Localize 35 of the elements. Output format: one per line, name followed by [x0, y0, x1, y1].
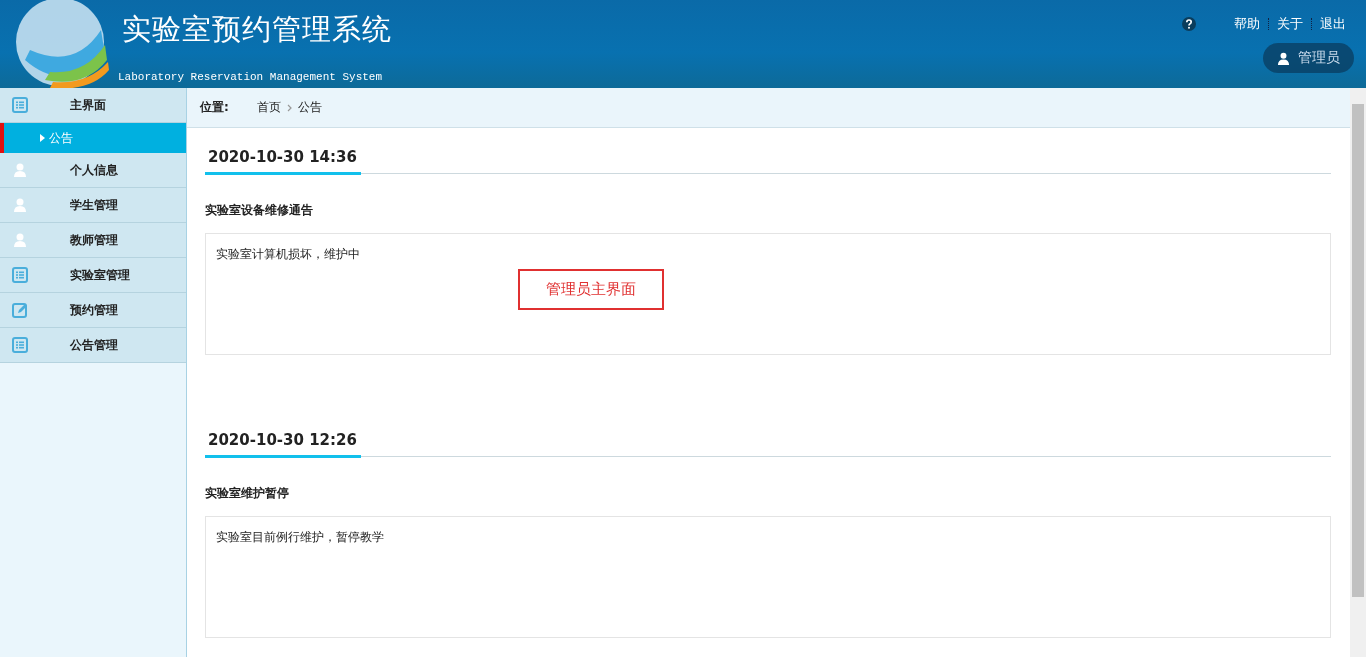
- sidebar-item[interactable]: 预约管理: [0, 293, 186, 328]
- list-icon: [12, 97, 28, 113]
- list-icon: [12, 337, 28, 353]
- breadcrumb-link[interactable]: 首页: [256, 99, 281, 116]
- header-link[interactable]: 退出: [1312, 15, 1354, 33]
- header-link[interactable]: 帮助: [1226, 15, 1268, 33]
- list-icon: [12, 267, 28, 283]
- user-icon: [12, 197, 28, 213]
- chevron-icon: [286, 103, 292, 112]
- notice-body: 实验室目前例行维护，暂停教学: [205, 516, 1331, 638]
- edit-icon: [12, 302, 28, 318]
- sidebar-item[interactable]: 实验室管理: [0, 258, 186, 293]
- user-icon: [1277, 51, 1290, 65]
- scrollbar-thumb[interactable]: [1352, 104, 1364, 597]
- app-subtitle: Laboratory Reservation Management System: [118, 71, 384, 83]
- caret-icon: [40, 134, 45, 142]
- user-badge[interactable]: 管理员: [1263, 43, 1354, 73]
- user-icon: [12, 162, 28, 178]
- notice-title: 实验室维护暂停: [205, 485, 290, 502]
- header-link[interactable]: 关于: [1269, 15, 1311, 33]
- notice-date: 2020-10-30 12:26: [205, 423, 361, 458]
- notice-date: 2020-10-30 14:36: [205, 140, 361, 175]
- annotation-label: 管理员主界面: [518, 269, 664, 310]
- scrollbar[interactable]: [1350, 88, 1366, 657]
- breadcrumb-link[interactable]: 公告: [297, 99, 322, 116]
- sidebar-item[interactable]: 主界面: [0, 88, 186, 123]
- user-icon: [12, 232, 28, 248]
- sidebar-item[interactable]: 公告管理: [0, 328, 186, 363]
- sidebar-item[interactable]: 学生管理: [0, 188, 186, 223]
- help-icon[interactable]: [1182, 17, 1196, 31]
- sidebar-item[interactable]: 个人信息: [0, 153, 186, 188]
- sidebar-item[interactable]: 教师管理: [0, 223, 186, 258]
- notice-title: 实验室设备维修通告: [205, 202, 314, 219]
- location-label: 位置:: [200, 99, 229, 116]
- app-title: 实验室预约管理系统: [122, 11, 392, 48]
